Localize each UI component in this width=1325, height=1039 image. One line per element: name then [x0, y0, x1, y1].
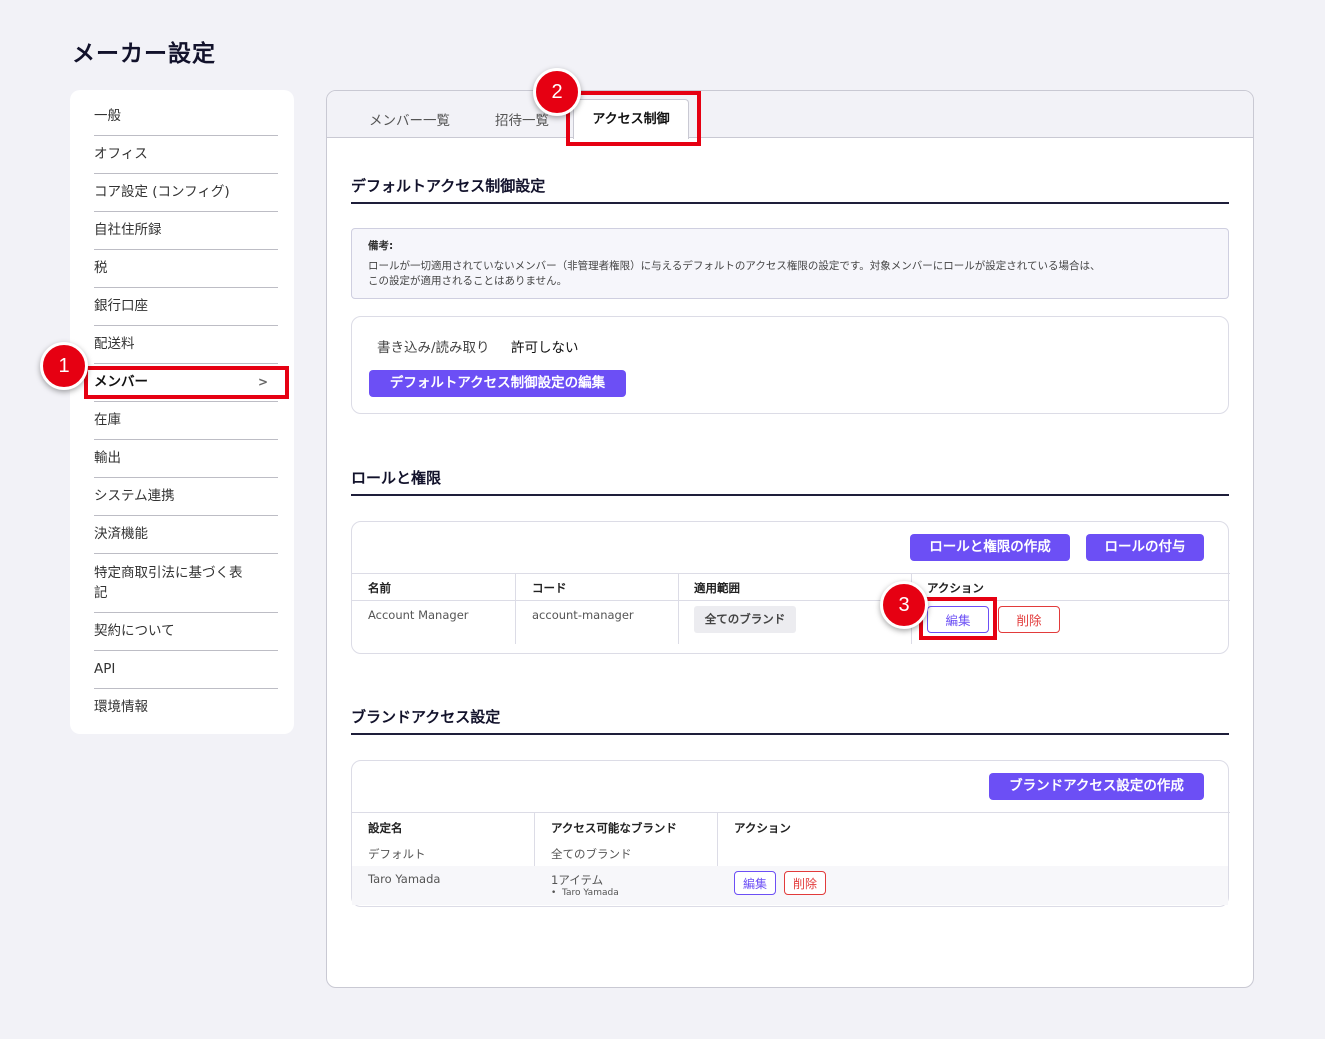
section-title-default-access: デフォルトアクセス制御設定	[351, 177, 546, 195]
sidebar-item-address-book[interactable]: 自社住所録	[94, 221, 278, 250]
default-access-card: 書き込み/読み取り 許可しない デフォルトアクセス制御設定の編集	[351, 316, 1229, 414]
sidebar-item-system-integration[interactable]: システム連携	[94, 487, 278, 516]
sidebar-item-core-config[interactable]: コア設定 (コンフィグ)	[94, 183, 278, 212]
sidebar-item-shipping-fee[interactable]: 配送料	[94, 335, 278, 364]
brand-setting-name-cell: デフォルト	[368, 847, 426, 861]
sidebar-item-tax[interactable]: 税	[94, 259, 278, 288]
sidebar-item-office[interactable]: オフィス	[94, 145, 278, 174]
sidebar-item-bank-account[interactable]: 銀行口座	[94, 297, 278, 326]
note-box: 備考: ロールが一切適用されていないメンバー（非管理者権限）に与えるデフォルトの…	[351, 228, 1229, 299]
step-badge-2: 2	[533, 68, 581, 116]
step-badge-3: 3	[880, 581, 928, 629]
column-divider	[515, 573, 516, 644]
highlight-box-access-tab	[566, 91, 701, 146]
sidebar-item-export[interactable]: 輸出	[94, 449, 278, 478]
column-header-action: アクション	[927, 581, 984, 595]
column-header-action: アクション	[734, 821, 791, 835]
column-header-setting-name: 設定名	[368, 821, 403, 835]
roles-card: ロールと権限の作成 ロールの付与 名前 コード 適用範囲 アクション Accou…	[351, 521, 1230, 654]
section-title-brand-access: ブランドアクセス設定	[351, 708, 501, 726]
brand-list-item-text: Taro Yamada	[562, 888, 619, 898]
bullet-icon: •	[551, 888, 563, 898]
section-divider	[351, 494, 1229, 496]
table-divider	[352, 600, 1230, 601]
column-divider	[678, 573, 679, 644]
section-divider	[351, 733, 1229, 735]
scope-tag: 全てのブランド	[694, 606, 796, 633]
sidebar-item-commercial-law[interactable]: 特定商取引法に基づく表 記	[94, 563, 278, 613]
note-text-line1: ロールが一切適用されていないメンバー（非管理者権限）に与えるデフォルトのアクセス…	[368, 260, 1101, 272]
section-divider	[351, 202, 1229, 204]
highlight-box-members	[84, 366, 289, 399]
role-code-cell: account-manager	[532, 608, 634, 622]
delete-brand-access-button[interactable]: 削除	[784, 871, 826, 895]
brand-list-cell: 1アイテム	[551, 873, 604, 887]
create-brand-access-button[interactable]: ブランドアクセス設定の作成	[989, 773, 1204, 800]
step-badge-1: 1	[40, 342, 88, 390]
section-title-roles: ロールと権限	[351, 469, 442, 487]
access-control-panel: メンバー一覧 招待一覧 アクセス制御 デフォルトアクセス制御設定 備考: ロール…	[326, 90, 1254, 988]
permission-value: 許可しない	[511, 340, 579, 356]
role-name-cell: Account Manager	[368, 608, 469, 622]
brand-list-item: • Taro Yamada	[551, 888, 619, 898]
sidebar-item-payment[interactable]: 決済機能	[94, 525, 278, 554]
sidebar-item-label-line2: 記	[94, 585, 108, 601]
highlight-box-edit-button	[919, 597, 997, 640]
column-header-name: 名前	[368, 581, 391, 595]
table-divider	[352, 573, 1230, 574]
edit-default-access-button[interactable]: デフォルトアクセス制御設定の編集	[369, 370, 626, 397]
edit-brand-access-button[interactable]: 編集	[734, 871, 776, 895]
permission-label: 書き込み/読み取り	[377, 340, 490, 356]
brand-list-cell: 全てのブランド	[551, 847, 632, 861]
column-header-accessible-brands: アクセス可能なブランド	[551, 821, 677, 835]
column-header-code: コード	[532, 581, 567, 595]
sidebar-item-api[interactable]: API	[94, 660, 278, 689]
tab-member-list[interactable]: メンバー一覧	[369, 109, 450, 129]
delete-role-button[interactable]: 削除	[998, 606, 1060, 633]
brand-setting-name-cell: Taro Yamada	[368, 872, 441, 886]
sidebar-item-inventory[interactable]: 在庫	[94, 411, 278, 440]
page-title: メーカー設定	[72, 41, 216, 67]
tab-bar: メンバー一覧 招待一覧 アクセス制御	[327, 91, 1253, 139]
tab-invitation-list[interactable]: 招待一覧	[495, 109, 549, 129]
assign-role-button[interactable]: ロールの付与	[1086, 534, 1204, 561]
sidebar-item-contract[interactable]: 契約について	[94, 622, 278, 651]
note-text-line2: この設定が適用されることはありません。	[368, 275, 568, 287]
sidebar-item-general[interactable]: 一般	[94, 107, 278, 136]
sidebar-item-environment[interactable]: 環境情報	[94, 698, 278, 718]
column-header-scope: 適用範囲	[694, 581, 740, 595]
brand-access-card: ブランドアクセス設定の作成 設定名 アクセス可能なブランド アクション デフォル…	[351, 760, 1230, 907]
table-divider	[352, 812, 1230, 813]
note-title: 備考:	[368, 240, 394, 252]
create-role-button[interactable]: ロールと権限の作成	[910, 534, 1070, 561]
settings-sidebar: 一般 オフィス コア設定 (コンフィグ) 自社住所録 税 銀行口座 配送料 メン…	[70, 90, 294, 734]
sidebar-item-label: 特定商取引法に基づく表	[94, 565, 243, 581]
